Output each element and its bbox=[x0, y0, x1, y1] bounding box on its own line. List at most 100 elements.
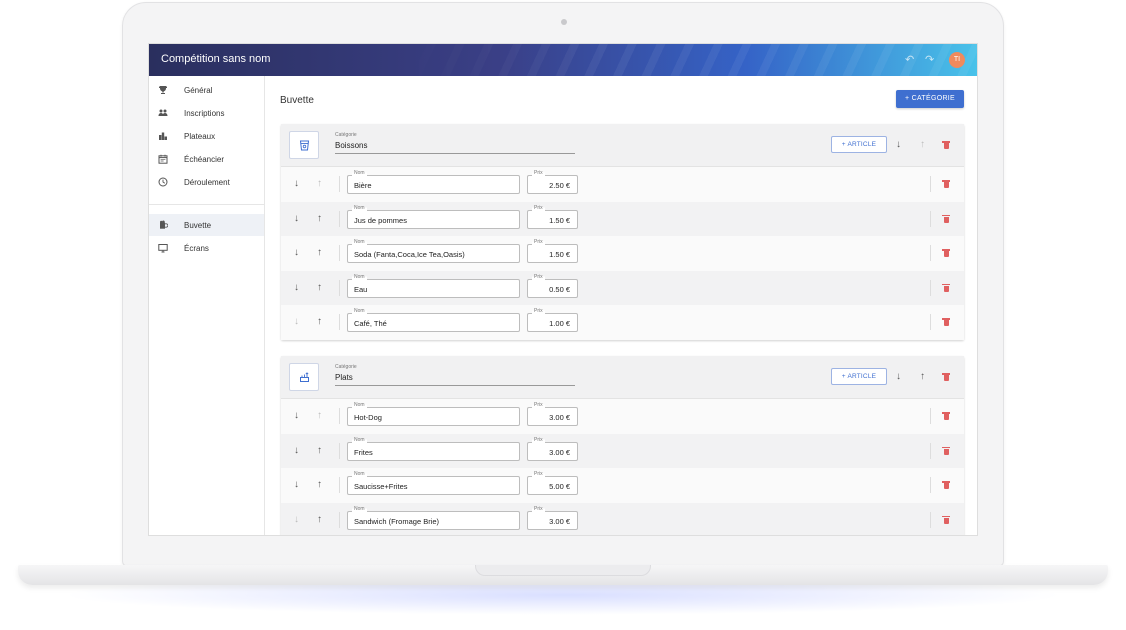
page-title: Buvette bbox=[280, 95, 314, 106]
delete-article-icon[interactable] bbox=[942, 214, 950, 223]
trophy-icon bbox=[159, 86, 167, 94]
app-title: Compétition sans nom bbox=[161, 53, 271, 65]
article-price-field[interactable]: Prix 1.50 € bbox=[527, 239, 578, 263]
article-price-field[interactable]: Prix 1.00 € bbox=[527, 308, 578, 332]
delete-article-icon[interactable] bbox=[942, 412, 950, 420]
article-price-field[interactable]: Prix 3.00 € bbox=[527, 436, 578, 461]
article-name-field[interactable]: Nom Bière bbox=[347, 170, 520, 194]
article-row: ↓ ↑ Nom Hot-Dog Prix 3.00 € bbox=[281, 399, 964, 434]
delete-category-icon[interactable] bbox=[942, 373, 950, 381]
arrow-up-icon[interactable]: ↑ bbox=[317, 411, 322, 421]
sidebar-item-label: Inscriptions bbox=[184, 109, 225, 118]
arrow-up-icon[interactable]: ↑ bbox=[317, 213, 322, 224]
article-name-field[interactable]: Nom Frites bbox=[347, 436, 520, 461]
sidebar-item-deroulement[interactable]: Déroulement bbox=[149, 171, 264, 193]
sidebar-item-echeancier[interactable]: Échéancier bbox=[149, 148, 264, 170]
delete-article-icon[interactable] bbox=[942, 481, 950, 489]
article-name-field[interactable]: Nom Eau bbox=[347, 273, 520, 298]
category-icon-button[interactable] bbox=[289, 131, 319, 159]
category-icon-button[interactable] bbox=[289, 363, 319, 391]
undo-icon[interactable]: ↶ bbox=[905, 53, 914, 67]
sidebar-item-plateaux[interactable]: Plateaux bbox=[149, 125, 264, 147]
monitor-icon bbox=[158, 244, 168, 253]
add-article-button[interactable]: + ARTICLE bbox=[831, 136, 887, 153]
arrow-up-icon[interactable]: ↑ bbox=[920, 372, 925, 382]
app-bar: Compétition sans nom ↶ ↷ TI bbox=[149, 44, 977, 76]
article-row: ↓ ↑ Nom Frites Prix 3.00 € bbox=[281, 433, 964, 468]
arrow-down-icon[interactable]: ↓ bbox=[294, 179, 299, 189]
people-icon bbox=[158, 109, 168, 116]
article-row: ↓ ↑ Nom Café, Thé Prix 1.00 € bbox=[281, 305, 964, 340]
article-row: ↓ ↑ Nom Eau Prix 0.50 € bbox=[281, 270, 964, 305]
article-row: ↓ ↑ Nom Soda (Fanta,Coca,Ice Tea,Oasis) … bbox=[281, 236, 964, 271]
laptop-notch bbox=[475, 565, 651, 576]
app-screen: Compétition sans nom ↶ ↷ TI Général Insc… bbox=[148, 43, 978, 536]
article-name-field[interactable]: Nom Sandwich (Fromage Brie) bbox=[347, 505, 520, 530]
article-name-field[interactable]: Nom Café, Thé bbox=[347, 308, 520, 332]
delete-article-icon[interactable] bbox=[942, 318, 950, 326]
article-price-field[interactable]: Prix 1.50 € bbox=[527, 204, 578, 229]
article-name-field[interactable]: Nom Jus de pommes bbox=[347, 204, 520, 229]
sidebar-item-label: Général bbox=[184, 86, 213, 95]
sidebar-item-ecrans[interactable]: Écrans bbox=[149, 237, 264, 259]
arrow-down-icon[interactable]: ↓ bbox=[896, 140, 901, 150]
category-field-label: Catégorie bbox=[335, 364, 357, 370]
clock-icon bbox=[158, 177, 168, 187]
arrow-down-icon[interactable]: ↓ bbox=[294, 213, 299, 224]
main-content: Buvette + CATÉGORIE Catégorie Boissons +… bbox=[266, 76, 977, 535]
redo-icon[interactable]: ↷ bbox=[925, 53, 934, 67]
arrow-down-icon[interactable]: ↓ bbox=[294, 317, 299, 327]
article-name-field[interactable]: Nom Soda (Fanta,Coca,Ice Tea,Oasis) bbox=[347, 239, 520, 263]
sidebar-item-buvette[interactable]: Buvette bbox=[149, 214, 264, 236]
article-row: ↓ ↑ Nom Bière Prix 2.50 € bbox=[281, 167, 964, 202]
arrow-down-icon[interactable]: ↓ bbox=[896, 372, 901, 382]
article-price-field[interactable]: Prix 2.50 € bbox=[527, 170, 578, 194]
article-price-field[interactable]: Prix 5.00 € bbox=[527, 471, 578, 495]
podium-icon bbox=[159, 132, 167, 140]
article-name-field[interactable]: Nom Saucisse+Frites bbox=[347, 471, 520, 495]
add-article-button[interactable]: + ARTICLE bbox=[831, 368, 887, 385]
arrow-down-icon[interactable]: ↓ bbox=[294, 480, 299, 490]
article-row: ↓ ↑ Nom Sandwich (Fromage Brie) Prix 3.0… bbox=[281, 502, 964, 535]
arrow-up-icon[interactable]: ↑ bbox=[317, 480, 322, 490]
arrow-up-icon[interactable]: ↑ bbox=[317, 445, 322, 456]
delete-article-icon[interactable] bbox=[942, 446, 950, 455]
sidebar-item-general[interactable]: Général bbox=[149, 79, 264, 101]
arrow-down-icon[interactable]: ↓ bbox=[294, 445, 299, 456]
arrow-up-icon[interactable]: ↑ bbox=[317, 179, 322, 189]
article-price-field[interactable]: Prix 3.00 € bbox=[527, 402, 578, 426]
sidebar-item-label: Échéancier bbox=[184, 155, 225, 164]
category-header: Catégorie Plats + ARTICLE ↓ ↑ bbox=[281, 356, 964, 399]
arrow-up-icon[interactable]: ↑ bbox=[317, 317, 322, 327]
arrow-down-icon[interactable]: ↓ bbox=[294, 282, 299, 293]
sidebar-item-label: Écrans bbox=[184, 244, 209, 253]
calendar-icon bbox=[158, 154, 168, 164]
article-row: ↓ ↑ Nom Saucisse+Frites Prix 5.00 € bbox=[281, 468, 964, 503]
cup-icon bbox=[299, 140, 310, 151]
sidebar-item-label: Plateaux bbox=[184, 132, 216, 141]
arrow-down-icon[interactable]: ↓ bbox=[294, 514, 299, 525]
add-category-button[interactable]: + CATÉGORIE bbox=[896, 90, 964, 108]
delete-article-icon[interactable] bbox=[942, 180, 950, 188]
sidebar-item-inscriptions[interactable]: Inscriptions bbox=[149, 102, 264, 124]
arrow-up-icon[interactable]: ↑ bbox=[920, 140, 925, 150]
delete-article-icon[interactable] bbox=[942, 515, 950, 524]
arrow-down-icon[interactable]: ↓ bbox=[294, 248, 299, 258]
delete-article-icon[interactable] bbox=[942, 249, 950, 257]
article-row: ↓ ↑ Nom Jus de pommes Prix 1.50 € bbox=[281, 201, 964, 236]
arrow-up-icon[interactable]: ↑ bbox=[317, 248, 322, 258]
article-name-field[interactable]: Nom Hot-Dog bbox=[347, 402, 520, 426]
avatar[interactable]: TI bbox=[949, 52, 965, 68]
delete-category-icon[interactable] bbox=[942, 141, 950, 149]
category-name-input[interactable]: Boissons bbox=[335, 141, 367, 150]
arrow-down-icon[interactable]: ↓ bbox=[294, 411, 299, 421]
bar-icon bbox=[160, 220, 168, 229]
sidebar-item-label: Déroulement bbox=[184, 178, 230, 187]
article-price-field[interactable]: Prix 0.50 € bbox=[527, 273, 578, 298]
category-name-input[interactable]: Plats bbox=[335, 373, 353, 382]
article-price-field[interactable]: Prix 3.00 € bbox=[527, 505, 578, 530]
arrow-up-icon[interactable]: ↑ bbox=[317, 282, 322, 293]
delete-article-icon[interactable] bbox=[942, 283, 950, 292]
sidebar-item-label: Buvette bbox=[184, 221, 212, 230]
arrow-up-icon[interactable]: ↑ bbox=[317, 514, 322, 525]
